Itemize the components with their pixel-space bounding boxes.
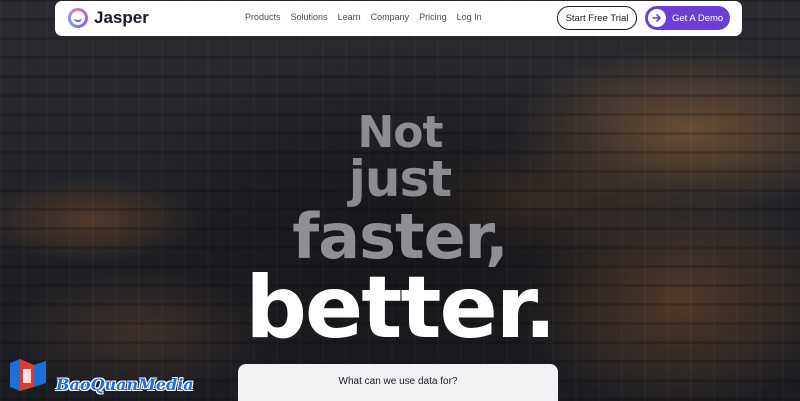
nav-link-solutions[interactable]: Solutions (291, 12, 328, 22)
watermark-logo-icon (10, 358, 46, 391)
nav-link-login[interactable]: Log In (457, 12, 482, 22)
nav-link-products[interactable]: Products (245, 12, 281, 22)
nav-link-pricing[interactable]: Pricing (419, 12, 447, 22)
data-card-title: What can we use data for? (338, 376, 458, 387)
data-usage-card: What can we use data for? (238, 364, 558, 401)
watermark-text: BaoQuanMedia (56, 375, 194, 394)
jasper-logo-icon (68, 8, 88, 28)
arrow-right-icon (648, 9, 666, 27)
get-a-demo-button[interactable]: Get A Demo (645, 6, 730, 30)
logo-text: Jasper (94, 8, 149, 27)
hero-headline-line-4: better. (245, 258, 556, 358)
nav-links: Products Solutions Learn Company Pricing… (245, 12, 482, 22)
jasper-logo[interactable]: Jasper (68, 8, 149, 28)
get-a-demo-label: Get A Demo (672, 12, 724, 24)
top-navigation-bar: Jasper Products Solutions Learn Company … (55, 1, 742, 36)
nav-link-learn[interactable]: Learn (338, 12, 361, 22)
watermark: BaoQuanMedia (6, 355, 194, 394)
nav-link-company[interactable]: Company (371, 12, 410, 22)
start-free-trial-button[interactable]: Start Free Trial (557, 6, 637, 30)
